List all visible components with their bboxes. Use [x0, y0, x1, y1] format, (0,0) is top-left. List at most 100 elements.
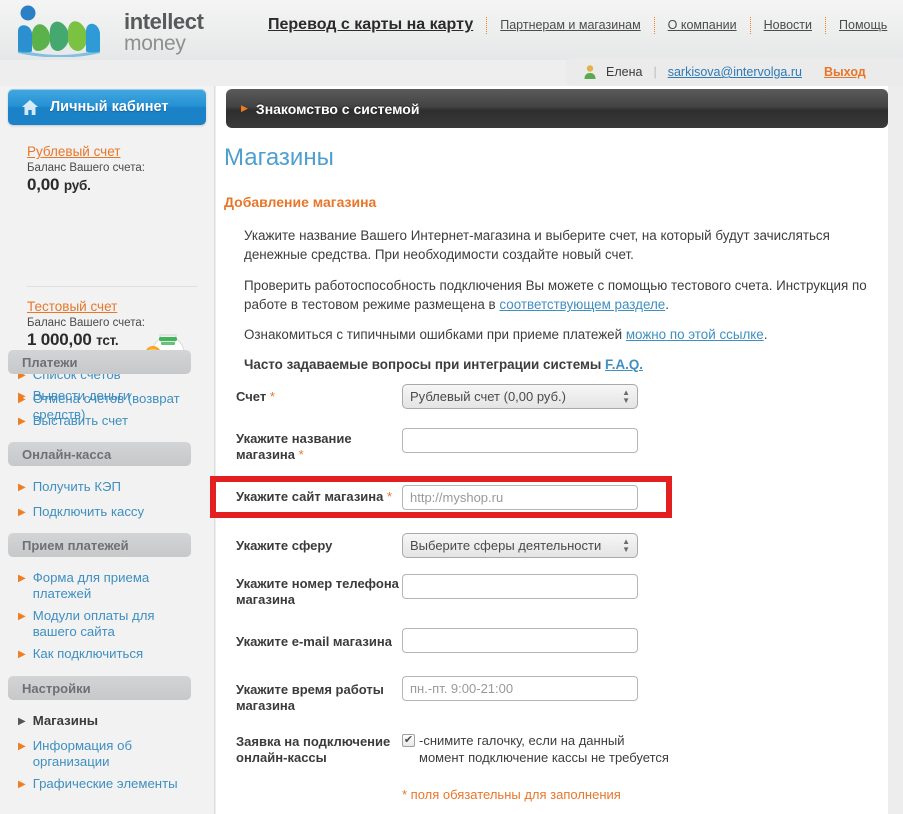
nav-item-help[interactable]: Помощь: [839, 18, 887, 32]
link-faq[interactable]: F.A.Q.: [605, 357, 643, 372]
select-account[interactable]: Рублевый счет (0,00 руб.) ▲ ▼: [402, 384, 638, 409]
link-test-mode-section[interactable]: соответствующем разделе: [499, 297, 665, 312]
sidebar-item-org-info[interactable]: ▶ Информация об организации: [18, 738, 181, 770]
account-link-test[interactable]: Тестовый счет: [27, 299, 145, 314]
account-link-ruble[interactable]: Рублевый счет: [27, 144, 145, 159]
sidebar-item-issue-invoice[interactable]: ▶ Выставить счет: [18, 413, 181, 430]
triangle-right-icon: ▶: [18, 716, 26, 727]
sidebar-item-payment-form[interactable]: ▶ Форма для приема платежей: [18, 570, 181, 602]
sidebar-item-label: Информация об организации: [32, 738, 132, 769]
required-marker: *: [269, 389, 275, 404]
account-block-ruble: Рублевый счет Баланс Вашего счета: 0,00 …: [27, 144, 145, 195]
triangle-right-icon: ▶: [18, 741, 26, 752]
select-sphere-value: Выберите сферы деятельности: [410, 538, 602, 553]
logout-link[interactable]: Выход: [824, 65, 866, 79]
link-common-errors[interactable]: можно по этой ссылке: [626, 327, 764, 342]
triangle-right-icon: ▶: [18, 507, 26, 518]
nav-divider: [825, 16, 827, 34]
triangle-right-icon: ▶: [18, 779, 26, 790]
sidebar: Личный кабинет Рублевый счет Баланс Ваше…: [0, 86, 215, 814]
nav-item-news[interactable]: Новости: [764, 18, 812, 32]
main-navigation: Перевод с карты на карту Партнерам и маг…: [268, 16, 887, 34]
sidebar-item-label: Выставить счет: [32, 413, 128, 428]
account-currency-ruble: руб.: [63, 178, 91, 193]
logo-text: intellect money: [124, 9, 204, 54]
cashbox-checkbox-row: ✔ -снимите галочку, если на данный момен…: [402, 732, 669, 766]
triangle-right-icon: ▶: [18, 573, 26, 584]
sidebar-item-connect-cashbox[interactable]: ▶ Подключить кассу: [18, 504, 181, 521]
sidebar-cabinet-button[interactable]: Личный кабинет: [8, 89, 206, 125]
page-root: intellect money Перевод с карты на карту…: [0, 0, 903, 814]
required-marker: *: [386, 489, 393, 504]
user-icon: [584, 65, 596, 79]
chevron-updown-icon: ▲ ▼: [622, 387, 630, 405]
sidebar-group-payments: Платежи: [8, 350, 191, 374]
intro-banner[interactable]: ▶ Знакомство с системой: [226, 89, 888, 128]
label-shop-worktime: Укажите время работы магазина: [236, 682, 384, 713]
sidebar-group-online-cashbox: Онлайн-касса: [8, 442, 191, 466]
nav-divider: [486, 16, 488, 34]
sidebar-group-label: Платежи: [22, 354, 78, 370]
sidebar-divider: [27, 286, 197, 287]
account-amount-ruble: 0,00 руб.: [27, 175, 91, 194]
section-title: Добавление магазина: [224, 194, 377, 210]
shop-phone-input[interactable]: [402, 574, 638, 599]
shop-email-input[interactable]: [402, 628, 638, 653]
account-balance-label-test: Баланс Вашего счета:: [27, 317, 145, 329]
main-content: ▶ Знакомство с системой Магазины Добавле…: [210, 86, 888, 814]
logo-name-line2: money: [124, 31, 186, 55]
cashbox-checkbox-note: -снимите галочку, если на данный момент …: [419, 733, 669, 765]
sidebar-cabinet-label: Личный кабинет: [50, 99, 169, 115]
logo[interactable]: intellect money: [14, 5, 204, 57]
cashbox-checkbox[interactable]: ✔: [402, 734, 415, 747]
triangle-right-icon: ▶: [18, 649, 26, 660]
sidebar-item-label: Графические элементы: [32, 776, 178, 791]
required-marker: *: [298, 447, 304, 462]
im-wave-logo-icon: [18, 5, 100, 57]
account-currency-test: тст.: [96, 333, 119, 348]
sidebar-group-accept-payments: Прием платежей: [8, 533, 191, 557]
sidebar-group-label: Прием платежей: [22, 537, 129, 553]
sidebar-item-get-kep[interactable]: ▶ Получить КЭП: [18, 479, 181, 496]
select-sphere[interactable]: Выберите сферы деятельности ▲ ▼: [402, 533, 638, 558]
sidebar-item-label: Подключить кассу: [32, 504, 145, 519]
sidebar-group-settings: Настройки: [8, 676, 191, 700]
triangle-right-icon: ▶: [18, 391, 26, 402]
nav-item-card-transfer[interactable]: Перевод с карты на карту: [268, 16, 473, 34]
user-name: Елена: [606, 65, 643, 79]
nav-item-about[interactable]: О компании: [668, 18, 737, 32]
sidebar-item-shops[interactable]: ▶ Магазины: [18, 713, 181, 730]
label-shop-email: Укажите e-mail магазина: [236, 634, 392, 649]
sidebar-group-label: Настройки: [22, 680, 91, 696]
sidebar-item-how-to-connect[interactable]: ▶ Как подключиться: [18, 646, 181, 663]
shop-name-input[interactable]: [402, 428, 638, 453]
chevron-updown-icon: ▲ ▼: [622, 536, 630, 554]
label-shop-phone: Укажите номер телефона магазина: [236, 576, 399, 607]
sidebar-item-label: Вывести деньги: [32, 388, 131, 403]
sidebar-item-label: Как подключиться: [32, 646, 144, 661]
shop-site-input[interactable]: [402, 485, 638, 510]
nav-divider: [653, 16, 655, 34]
site-header: intellect money Перевод с карты на карту…: [0, 0, 903, 60]
intro-paragraph-1: Укажите название Вашего Интернет-магазин…: [244, 228, 830, 262]
account-balance-label-ruble: Баланс Вашего счета:: [27, 162, 145, 174]
intro-paragraph-4: Часто задаваемые вопросы при интеграции …: [244, 357, 643, 372]
sidebar-item-withdraw[interactable]: ▶ Вывести деньги: [18, 388, 181, 405]
user-bar: Елена | sarkisova@intervolga.ru Выход: [566, 58, 903, 86]
shop-worktime-input[interactable]: [402, 676, 638, 701]
select-account-value: Рублевый счет (0,00 руб.): [410, 389, 566, 404]
nav-item-partners[interactable]: Партнерам и магазинам: [500, 18, 640, 32]
user-email-link[interactable]: sarkisova@intervolga.ru: [668, 65, 802, 79]
intro-banner-label: Знакомство с системой: [255, 100, 420, 117]
sidebar-item-label: Магазины: [32, 713, 99, 728]
sidebar-item-payment-modules[interactable]: ▶ Модули оплаты для вашего сайта: [18, 608, 181, 640]
label-account: Счет *: [236, 389, 275, 404]
triangle-right-icon: ▶: [18, 482, 26, 493]
intro-paragraph-3: Ознакомиться с типичными ошибками при пр…: [244, 327, 768, 342]
account-amount-test: 1 000,00 тст.: [27, 330, 119, 349]
sidebar-item-label: Модули оплаты для вашего сайта: [32, 608, 155, 639]
sidebar-item-label: Форма для приема платежей: [32, 570, 150, 601]
label-shop-name: Укажите название магазина *: [236, 431, 352, 462]
sidebar-item-graphic-elements[interactable]: ▶ Графические элементы: [18, 776, 181, 793]
account-block-test: Тестовый счет Баланс Вашего счета: 1 000…: [27, 299, 145, 350]
